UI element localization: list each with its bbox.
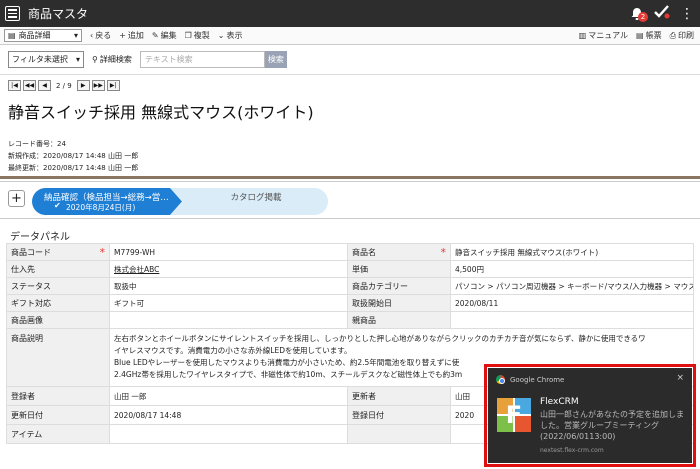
record-title: 静音スイッチ採用 無線式マウス(ホワイト) [8,103,314,122]
created-info: 新規作成：2020/08/17 14:48 山田 一郎 [8,152,139,160]
manual-button[interactable]: ▥ マニュアル [579,30,628,41]
last-page-icon[interactable]: ▶| [106,80,120,91]
field-value: 取扱中 [109,277,348,295]
print-button[interactable]: ⎙ 印刷 [670,30,694,41]
form-icon: ▤ [636,31,644,40]
field-value [450,311,694,329]
more-icon[interactable]: ⋮ [680,7,694,21]
chevron-down-icon: ▾ [73,31,78,40]
table-row: 商品コード * M7799-WH 商品名 * 静音スイッチ採用 無線式マウス(ホワイ… [6,243,694,261]
menu-icon[interactable] [5,6,20,21]
next-icon[interactable]: ▶ [76,80,90,91]
close-icon[interactable]: × [676,373,684,383]
search-input[interactable]: テキスト検索 [139,51,265,68]
check-icon[interactable] [654,5,670,22]
notification-title: FlexCRM [540,397,579,407]
display-button[interactable]: ⌄ 表示 [218,30,243,41]
fast-forward-icon[interactable]: ▶▶ [91,80,105,91]
field-label: 取扱開始日 [347,294,451,312]
updated-info: 最終更新：2020/08/17 14:48 山田 一郎 [8,164,139,172]
notification-message: 山田一郎さんがあなたの予定を追加しました。営業グループミーティング (2022/… [540,410,684,441]
field-value [109,311,348,329]
workflow-step-catalog[interactable]: カタログ掲載 [170,188,328,215]
supplier-link[interactable]: 株式会社ABC [114,265,159,274]
book-icon: ▥ [578,31,587,40]
chevron-down-icon: ▾ [75,55,80,64]
toolbar: ▤ 商品詳細 ▾ ‹ 戻る + 追加 ✎ 編集 ❐ 複製 ⌄ 表示 ▥ マニュアル ▤ 帳票 … [0,27,700,45]
field-value: 静音スイッチ採用 無線式マウス(ホワイト) [450,243,694,261]
workflow-steps: + カタログ掲載 納品確認（検品担当→総務→営… ✔ 2020年8月24日(月) [0,181,700,219]
search-icon: ⚲ [92,55,98,64]
required-icon: * [99,246,106,259]
chevron-down-icon: ⌄ [217,31,225,40]
back-button[interactable]: ‹ 戻る [90,30,111,41]
required-icon: * [440,246,447,259]
field-label: 登録日付 [347,405,451,425]
prev-icon[interactable]: ◀ [38,80,51,91]
field-value: パソコン > パソコン周辺機器 > キーボード/マウス/入力機器 > マウス [450,277,694,295]
workflow-step-delivery[interactable]: 納品確認（検品担当→総務→営… ✔ 2020年8月24日(月) [32,188,182,215]
rewind-icon[interactable]: ◀◀ [23,80,36,91]
field-label: 仕入先 [6,260,110,278]
field-label: 商品画像 [6,311,110,329]
add-step-button[interactable]: + [8,190,25,207]
record-header: |◀ ◀◀ ◀ 2 / 9 ▶ ▶▶ ▶| 静音スイッチ採用 無線式マウス(ホワ… [0,74,700,177]
table-row: ステータス 取扱中 商品カテゴリー パソコン > パソコン周辺機器 > キーボー… [6,277,694,295]
plus-icon: + [119,31,126,40]
copy-button[interactable]: ❐ 複製 [185,30,210,41]
field-value: 4,500円 [450,260,694,278]
field-value: ギフト可 [109,294,348,312]
filter-select[interactable]: フィルタ未選択 ▾ [8,51,84,68]
flexcrm-logo: F [497,398,531,432]
field-value: M7799-WH [109,243,348,261]
table-row: 商品画像 親商品 [6,311,694,329]
page-count: 2 / 9 [56,81,72,90]
add-button[interactable]: + 追加 [119,30,144,41]
field-label: 親商品 [347,311,451,329]
field-value [109,424,348,444]
table-row: ギフト対応 ギフト可 取扱開始日 2020/08/11 [6,294,694,312]
field-label: 単価 [347,260,451,278]
chrome-icon [496,375,505,384]
notification-domain: nextest.flex-crm.com [540,447,604,454]
filter-bar: フィルタ未選択 ▾ ⚲ 詳細検索 テキスト検索 検索 [0,45,700,74]
notification-badge: 2 [638,11,648,22]
detail-search-button[interactable]: ⚲ 詳細検索 [92,54,132,65]
field-label: 更新者 [347,386,451,406]
check-icon: ✔ [54,201,61,210]
doc-icon: ▤ [8,31,16,40]
edit-button[interactable]: ✎ 編集 [152,30,177,41]
field-value: 2020/08/11 [450,294,694,312]
notification-source: Google Chrome [510,375,565,384]
copy-icon: ❐ [184,31,192,40]
back-icon: ‹ [90,31,94,40]
search-button[interactable]: 検索 [264,51,287,68]
chrome-notification[interactable]: Google Chrome × F FlexCRM 山田一郎さんがあなたの予定を… [488,368,692,463]
field-label: ギフト対応 [6,294,110,312]
field-label: アイテム [6,424,110,444]
form-button[interactable]: ▤ 帳票 [636,30,662,41]
field-label: 商品コード [11,247,51,257]
table-row: 仕入先 株式会社ABC 単価 4,500円 [6,260,694,278]
field-label: 商品名 [352,247,376,257]
field-label [347,424,451,444]
view-select[interactable]: ▤ 商品詳細 ▾ [4,29,82,42]
field-label: 商品説明 [6,328,110,387]
bell-icon[interactable]: 2 [630,7,648,22]
panel-title: データパネル [10,232,70,243]
field-label: ステータス [6,277,110,295]
record-number: レコード番号：24 [8,140,66,148]
print-icon: ⎙ [669,30,676,40]
pager: |◀ ◀◀ ◀ 2 / 9 ▶ ▶▶ ▶| [8,80,120,91]
pencil-icon: ✎ [151,31,159,40]
field-value: 2020/08/17 14:48 [109,405,348,425]
field-label: 商品カテゴリー [347,277,451,295]
field-label: 登録者 [6,386,110,406]
field-label: 更新日付 [6,405,110,425]
app-title: 商品マスタ [28,7,89,21]
first-page-icon[interactable]: |◀ [8,80,21,91]
divider [0,176,700,179]
field-value: 山田 一郎 [109,386,348,406]
app-header: 商品マスタ 2 ⋮ [0,0,700,27]
